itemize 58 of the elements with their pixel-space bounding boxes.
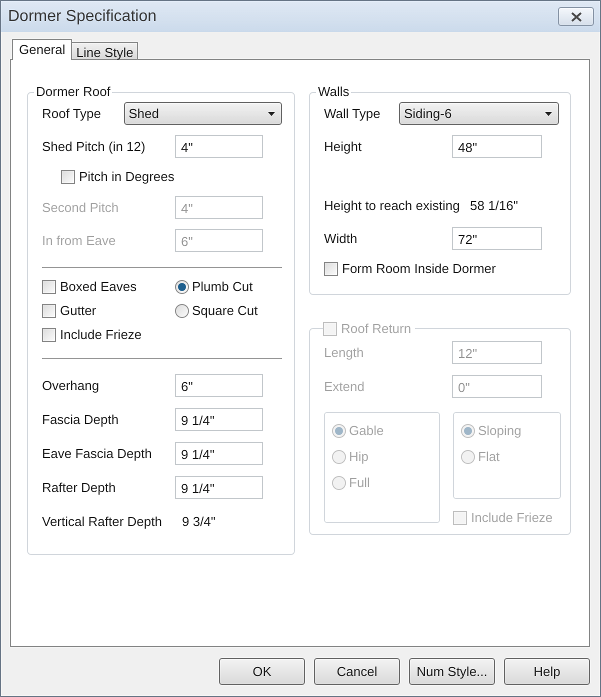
checkbox-label: Gutter [60,302,96,320]
input-field[interactable]: 9 1/4" [175,408,263,431]
radio-label: Full [349,474,370,492]
checkbox-label: Pitch in Degrees [79,168,174,186]
checkbox-label: Include Frieze [60,326,142,344]
field-label: In from Eave [42,232,117,250]
close-icon [570,12,582,22]
dialog-button[interactable]: Cancel [314,658,400,685]
checkbox[interactable] [61,170,75,184]
radio-button[interactable] [175,304,189,318]
caret-icon [268,112,275,116]
dialog-button[interactable]: Num Style... [409,658,495,685]
radio-button[interactable] [175,280,189,294]
radio-label: Hip [349,448,369,466]
dropdown[interactable]: Shed [124,102,282,125]
field-label: Width [324,230,358,248]
input-field[interactable]: 4" [175,135,263,158]
checkbox-label: Roof Return [341,320,412,338]
window-title: Dormer Specification [8,6,156,26]
radio-label: Flat [478,448,500,466]
radio-label: Plumb Cut [192,278,253,296]
radio-label: Square Cut [192,302,258,320]
input-field[interactable]: 9 1/4" [175,476,263,499]
field-label: Rafter Depth [42,478,117,497]
field-label: Overhang [42,376,100,395]
dropdown[interactable]: Siding-6 [399,102,559,125]
field-label: Vertical Rafter Depth [42,512,163,531]
input-field[interactable]: 9 1/4" [175,442,263,465]
checkbox[interactable] [324,262,338,276]
dialog-button[interactable]: Help [504,658,590,685]
field-label: Height [324,138,363,156]
field-label: Shed Pitch (in 12) [42,138,146,156]
checkbox-label: Boxed Eaves [60,278,137,296]
dialog-button[interactable]: OK [219,658,305,685]
field-label: Extend [324,378,366,396]
close-button[interactable] [558,7,594,26]
field-label: Length [324,344,365,362]
tab[interactable]: General [12,39,72,60]
input-field[interactable]: 72" [452,227,542,250]
field-label: Wall Type [324,104,382,123]
radio-label: Sloping [478,422,522,440]
field-label: Second Pitch [42,198,120,217]
checkbox-label: Include Frieze [471,509,553,528]
value-text: 9 3/4" [182,512,216,531]
radio-label: Gable [349,422,384,440]
checkbox[interactable] [42,280,56,294]
field-label: Fascia Depth [42,410,120,429]
input-field[interactable]: 6" [175,374,263,397]
input-field[interactable]: 48" [452,135,542,158]
tab[interactable]: Line Style [72,42,138,59]
checkbox[interactable] [42,328,56,342]
checkbox[interactable] [42,304,56,318]
value-text: 58 1/16" [470,196,518,215]
caret-icon [545,112,552,116]
field-label: Roof Type [42,104,102,123]
checkbox-label: Form Room Inside Dormer [342,260,496,278]
field-label: Height to reach existing [324,196,461,215]
field-label: Eave Fascia Depth [42,444,153,463]
